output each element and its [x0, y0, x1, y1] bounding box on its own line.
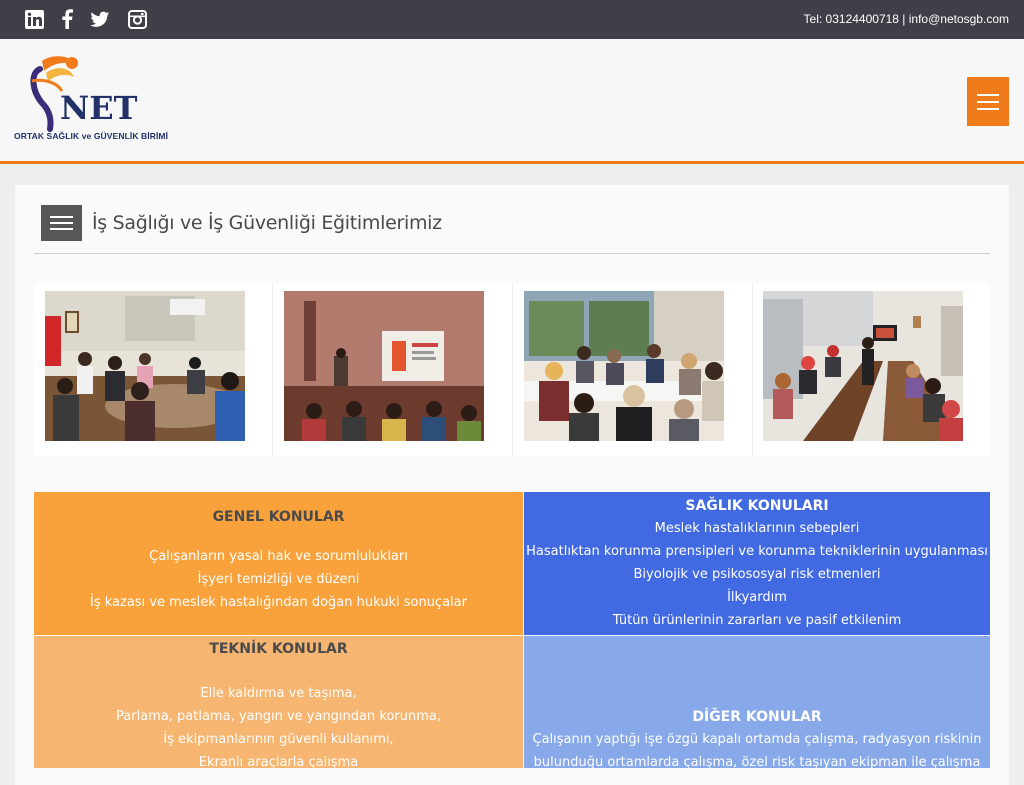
gallery-item[interactable]: [34, 283, 273, 456]
section-header: İş Sağlığı ve İş Güvenliği Eğitimlerimiz: [41, 205, 442, 241]
topic-item: İlkyardım: [727, 590, 787, 605]
training-photo[interactable]: [524, 291, 724, 441]
topic-item: Parlama, patlama, yangın ve yangından ko…: [116, 709, 441, 724]
page-title: İş Sağlığı ve İş Güvenliği Eğitimlerimiz: [92, 212, 442, 234]
gallery-item[interactable]: [273, 283, 513, 456]
other-topics-title: DİĞER KONULAR: [692, 709, 822, 725]
site-header: NET ORTAK SAĞLIK ve GÜVENLİK BİRİMİ: [0, 39, 1024, 164]
main-menu-button[interactable]: [967, 77, 1009, 126]
top-bar: Tel: 03124400718 | info@netosgb.com: [0, 0, 1024, 39]
other-topics-box: DİĞER KONULAR Çalışanın yaptığı işe özgü…: [524, 636, 990, 770]
topic-item: İş kazası ve meslek hastalığından doğan …: [90, 595, 467, 610]
topic-item: bulunduğu ortamlarda çalışma, özel risk …: [533, 755, 981, 770]
general-topics-box: GENEL KONULAR Çalışanların yasal hak ve …: [34, 492, 523, 635]
divider: [34, 253, 990, 254]
topic-item: İşyeri temizliği ve düzeni: [197, 572, 360, 587]
facebook-icon[interactable]: [57, 9, 77, 29]
topic-item: Hasatlıktan korunma prensipleri ve korun…: [526, 544, 988, 559]
topic-item: Meslek hastalıklarının sebepleri: [654, 521, 860, 536]
topic-item: Çalışanın yaptığı işe özgü kapalı ortamd…: [532, 732, 982, 747]
training-photo[interactable]: [763, 291, 963, 441]
twitter-icon[interactable]: [90, 9, 110, 29]
hamburger-icon: [977, 94, 999, 96]
instagram-icon[interactable]: [127, 9, 147, 29]
gallery-item[interactable]: [513, 283, 753, 456]
training-photo[interactable]: [45, 291, 245, 441]
health-topics-title: SAĞLIK KONULARI: [685, 498, 829, 514]
contact-info: Tel: 03124400718 | info@netosgb.com: [803, 12, 1009, 26]
linkedin-icon[interactable]: [24, 9, 44, 29]
technical-topics-box: TEKNİK KONULAR Elle kaldırma ve taşıma, …: [34, 636, 523, 770]
logo-subtitle: ORTAK SAĞLIK ve GÜVENLİK BİRİMİ: [14, 131, 169, 141]
gallery-item[interactable]: [753, 283, 990, 456]
section-menu-button[interactable]: [41, 205, 82, 241]
health-topics-box: SAĞLIK KONULARI Meslek hastalıklarının s…: [524, 492, 990, 635]
hamburger-icon: [50, 216, 73, 218]
topic-item: Tütün ürünlerinin zararları ve pasif etk…: [612, 613, 902, 628]
technical-topics-title: TEKNİK KONULAR: [209, 641, 348, 657]
topic-item: Elle kaldırma ve taşıma,: [200, 686, 357, 701]
topic-item: Ekranlı araçlarla çalışma: [198, 755, 359, 770]
general-topics-title: GENEL KONULAR: [212, 509, 345, 525]
photo-gallery: [34, 283, 990, 456]
topic-item: Çalışanların yasal hak ve sorumlulukları: [149, 549, 408, 564]
training-photo[interactable]: [284, 291, 484, 441]
topic-item: Biyolojik ve psikososyal risk etmenleri: [633, 567, 881, 582]
topic-item: İş ekipmanlarının güvenli kullanımı,: [163, 732, 394, 747]
logo-text: NET: [60, 89, 138, 127]
